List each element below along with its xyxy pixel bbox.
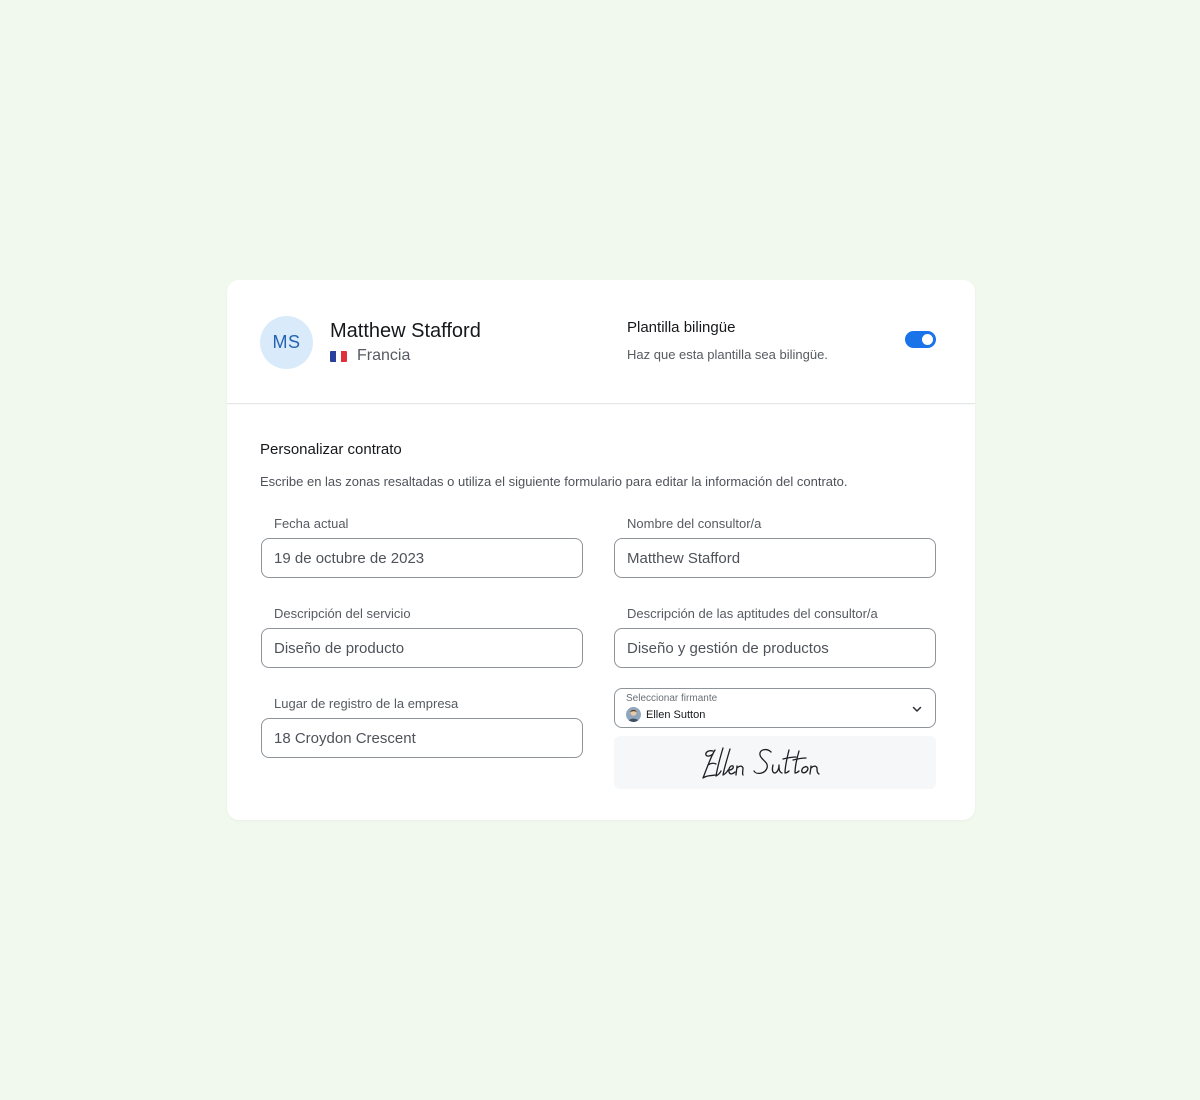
flag-france-icon bbox=[330, 350, 347, 362]
company-registration-field[interactable]: 18 Croydon Crescent bbox=[261, 718, 583, 758]
consultant-skills-value: Diseño y gestión de productos bbox=[627, 639, 829, 657]
toggle-knob bbox=[922, 334, 933, 345]
company-registration-value: 18 Croydon Crescent bbox=[274, 729, 416, 747]
consultant-name-value: Matthew Stafford bbox=[627, 549, 741, 567]
consultant-name-label: Nombre del consultor/a bbox=[627, 516, 762, 531]
chevron-down-icon bbox=[912, 706, 922, 712]
avatar-initials: MS bbox=[272, 332, 301, 352]
bilingual-toggle[interactable] bbox=[905, 331, 936, 348]
consultant-skills-field[interactable]: Diseño y gestión de productos bbox=[614, 628, 936, 668]
current-date-field[interactable]: 19 de octubre de 2023 bbox=[261, 538, 583, 578]
consultant-name-field[interactable]: Matthew Stafford bbox=[614, 538, 936, 578]
bilingual-template-title: Plantilla bilingüe bbox=[627, 319, 736, 336]
avatar: MS bbox=[260, 316, 313, 369]
service-description-value: Diseño de producto bbox=[274, 639, 405, 657]
section-description: Escribe en las zonas resaltadas o utiliz… bbox=[260, 474, 848, 489]
current-date-label: Fecha actual bbox=[274, 516, 349, 531]
signature-preview bbox=[614, 736, 936, 789]
signer-name: Ellen Sutton bbox=[646, 708, 706, 721]
country-label: Francia bbox=[357, 347, 411, 364]
signer-avatar bbox=[626, 707, 641, 722]
section-title: Personalizar contrato bbox=[260, 441, 402, 458]
signer-select[interactable]: Seleccionar firmante Ellen Sutton bbox=[614, 688, 936, 728]
consultant-skills-label: Descripción de las aptitudes del consult… bbox=[627, 606, 878, 621]
bilingual-template-description: Haz que esta plantilla sea bilingüe. bbox=[627, 347, 828, 362]
service-description-label: Descripción del servicio bbox=[274, 606, 411, 621]
user-name: Matthew Stafford bbox=[330, 320, 481, 342]
company-registration-label: Lugar de registro de la empresa bbox=[274, 696, 459, 711]
user-country: Francia bbox=[330, 347, 410, 365]
service-description-field[interactable]: Diseño de producto bbox=[261, 628, 583, 668]
signer-select-value: Ellen Sutton bbox=[626, 707, 705, 722]
contract-card: MS Matthew Stafford Francia Plantilla bi… bbox=[227, 280, 975, 820]
signer-select-label: Seleccionar firmante bbox=[626, 693, 718, 704]
signature-image bbox=[702, 747, 820, 779]
card-header: MS Matthew Stafford Francia Plantilla bi… bbox=[227, 280, 975, 404]
current-date-value: 19 de octubre de 2023 bbox=[274, 549, 425, 567]
